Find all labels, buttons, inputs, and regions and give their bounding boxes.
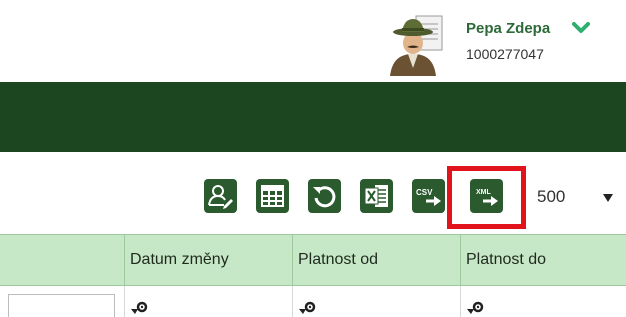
filter-settings-icon[interactable] <box>298 300 316 317</box>
excel-export-icon <box>364 185 388 207</box>
filter-input[interactable] <box>8 294 115 317</box>
columns-button[interactable] <box>256 179 289 213</box>
table-grid-icon <box>261 185 284 207</box>
user-edit-button[interactable] <box>204 179 237 213</box>
page-size-value: 500 <box>537 187 566 206</box>
avatar <box>390 15 443 76</box>
user-name[interactable]: Pepa Zdepa <box>466 20 550 37</box>
filter-settings-icon[interactable] <box>130 300 148 317</box>
csv-export-label: CSV <box>416 188 433 197</box>
refresh-button[interactable] <box>308 179 341 213</box>
csv-export-button[interactable]: CSV <box>412 179 445 213</box>
page-size-select[interactable]: 500 <box>532 183 626 211</box>
refresh-icon <box>313 186 336 208</box>
page: Pepa Zdepa 1000277047 CSV XML 500 Datum … <box>0 0 626 317</box>
filter-row <box>0 286 626 317</box>
user-id: 1000277047 <box>466 46 544 62</box>
chevron-down-icon <box>603 194 613 202</box>
column-header-datum-zmeny[interactable]: Datum změny <box>124 235 292 285</box>
column-header-platnost-od[interactable]: Platnost od <box>292 235 460 285</box>
column-divider <box>460 286 461 317</box>
column-divider <box>124 286 125 317</box>
column-header[interactable] <box>0 235 124 285</box>
user-menu[interactable]: Pepa Zdepa 1000277047 <box>380 8 626 78</box>
excel-export-button[interactable] <box>360 179 393 213</box>
table-header: Datum změny Platnost od Platnost do <box>0 234 626 286</box>
filter-settings-icon[interactable] <box>466 300 484 317</box>
csv-export-icon: CSV <box>416 188 441 206</box>
header-bar <box>0 82 626 152</box>
column-divider <box>292 286 293 317</box>
chevron-down-icon[interactable] <box>572 21 590 35</box>
column-header-platnost-do[interactable]: Platnost do <box>460 235 626 285</box>
highlight-box <box>447 166 526 229</box>
user-edit-icon <box>208 185 233 209</box>
